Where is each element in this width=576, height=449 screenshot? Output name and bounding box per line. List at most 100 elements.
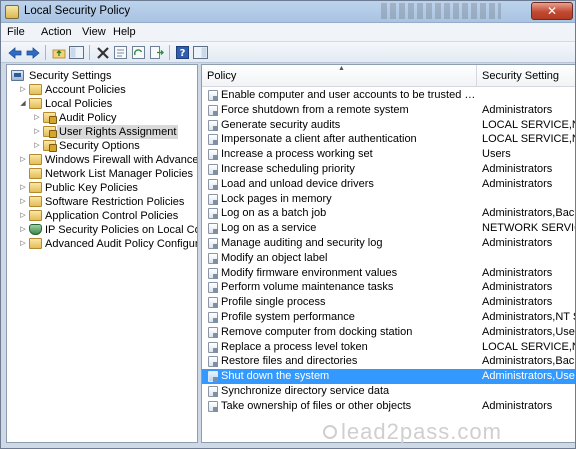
tree-item-label: Security Options [59,140,140,152]
policy-row[interactable]: Profile system performance Administrators… [202,310,575,325]
up-folder-icon[interactable] [51,45,66,60]
menu-file[interactable]: File [7,26,25,38]
sort-ascending-icon: ▲ [338,65,345,72]
tree-item-label: Windows Firewall with Advanced Sec [45,154,198,166]
policy-row[interactable]: Profile single process Administrators [202,295,575,310]
menu-view[interactable]: View [82,26,106,38]
toolbar-separator [169,45,170,60]
menu-action[interactable]: Action [41,26,72,38]
policy-row[interactable]: Generate security audits LOCAL SERVICE,NE… [202,118,575,133]
security-setting: Administrators,Users,Ba [482,370,575,383]
tree-item-label: Security Settings [29,70,112,82]
policy-icon [208,119,218,131]
policy-row[interactable]: Synchronize directory service data [202,384,575,399]
policy-row[interactable]: Modify firmware environment values Admini… [202,266,575,281]
security-setting: Administrators,Users [482,325,576,338]
policy-icon [208,341,218,353]
policy-name: Profile single process [221,296,326,309]
delete-icon[interactable] [95,45,110,60]
policy-row[interactable]: Lock pages in memory [202,192,575,207]
collapse-arrow-icon[interactable]: ◢ [19,97,27,111]
app-icon [5,5,19,19]
tree-item-label: Application Control Policies [45,210,179,222]
policy-icon [208,371,218,383]
policy-name: Replace a process level token [221,340,368,353]
policy-row[interactable]: Restore files and directories Administrat… [202,354,575,369]
policy-row[interactable]: Increase a process working set Users [202,147,575,162]
policy-row[interactable]: Force shutdown from a remote system Admin… [202,103,575,118]
help-icon[interactable]: ? [175,45,190,60]
expand-arrow-icon[interactable]: ▷ [19,181,27,195]
local-security-policy-window: Local Security Policy ✕ File Action View… [0,0,576,449]
policy-icon [208,238,218,249]
tree-item-label: Account Policies [45,84,126,96]
security-setting: LOCAL SERVICE,NETWO [482,340,575,353]
policy-row[interactable]: Log on as a service NETWORK SERVICE,SQ [202,221,575,236]
policy-name: Log on as a batch job [221,207,327,220]
properties-icon[interactable] [113,45,128,60]
policy-icon [208,282,218,294]
policy-name: Remove computer from docking station [221,325,413,338]
policy-name: Modify an object label [221,251,328,264]
expand-arrow-icon[interactable]: ▷ [33,125,41,139]
policy-name: Synchronize directory service data [221,385,390,397]
policy-row[interactable]: Log on as a batch job Administrators,Back… [202,206,575,221]
export-list-icon[interactable] [149,45,164,60]
security-setting: LOCAL SERVICE,NETWO [482,118,575,131]
refresh-icon[interactable] [131,45,146,60]
tree-item-label: Advanced Audit Policy Configuration [45,238,197,250]
tree-item-label: IP Security Policies on Local Compute [45,224,197,236]
back-icon[interactable] [7,45,22,60]
network-shield-icon [29,224,42,235]
security-setting: Administrators,Backup [482,207,575,220]
policy-name: Log on as a service [221,222,317,235]
policy-row[interactable]: Remove computer from docking station Admi… [202,325,576,340]
column-header-security-setting[interactable]: Security Setting [477,65,575,87]
watermark-logo-icon [323,425,337,439]
forward-icon[interactable] [25,45,40,60]
policy-icon [208,326,218,338]
expand-arrow-icon[interactable]: ▷ [19,195,27,209]
close-button[interactable]: ✕ [531,2,573,20]
policy-row[interactable]: Impersonate a client after authenticatio… [202,132,575,147]
expand-arrow-icon[interactable]: ▷ [19,223,27,237]
menu-help[interactable]: Help [113,26,136,38]
policy-row[interactable]: Increase scheduling priority Administrato… [202,162,575,177]
tree-item-label: Local Policies [45,98,113,110]
policy-row[interactable]: Manage auditing and security log Administ… [202,236,575,251]
policy-icon [208,267,218,279]
policy-name: Perform volume maintenance tasks [221,281,394,294]
folder-lock-icon [43,140,57,152]
policy-icon [208,134,218,146]
policy-row[interactable]: Take ownership of files or other objects… [202,399,575,414]
policy-row[interactable]: Load and unload device drivers Administra… [202,177,575,192]
security-setting: Administrators [482,399,553,412]
security-setting: Users [482,148,511,161]
console-pane-icon[interactable] [193,45,208,60]
expand-arrow-icon[interactable]: ▷ [33,111,41,125]
expand-arrow-icon[interactable]: ▷ [33,139,41,153]
policy-icon [208,164,218,175]
expand-arrow-icon[interactable]: ▷ [19,83,27,97]
folder-icon [29,154,42,165]
show-hide-tree-icon[interactable] [69,45,84,60]
tree-item-label: Network List Manager Policies [45,168,193,180]
expand-arrow-icon[interactable]: ▷ [19,153,27,167]
expand-arrow-icon[interactable]: ▷ [19,209,27,223]
security-setting: NETWORK SERVICE,SQ [482,222,575,235]
policy-list: Policy ▲ Security Setting Enable compute… [201,64,576,443]
folder-icon [29,168,42,179]
expand-arrow-icon[interactable]: ▷ [19,237,27,251]
title-bar[interactable]: Local Security Policy ✕ [1,1,575,23]
policy-row[interactable]: Replace a process level token LOCAL SERVI… [202,340,575,355]
security-setting: Administrators [482,103,553,116]
policy-row[interactable]: Perform volume maintenance tasks Administ… [202,280,575,295]
menu-bar: File Action View Help [1,23,575,42]
policy-row[interactable]: Enable computer and user accounts to be … [202,88,575,103]
policy-row[interactable]: Modify an object label [202,251,575,266]
policy-row-selected[interactable]: Shut down the system Administrators,Users… [202,369,575,384]
policy-name: Lock pages in memory [221,192,332,205]
security-setting: LOCAL SERVICE,NETWO [482,133,575,146]
folder-icon [29,84,42,95]
policy-name: Shut down the system [221,370,330,383]
